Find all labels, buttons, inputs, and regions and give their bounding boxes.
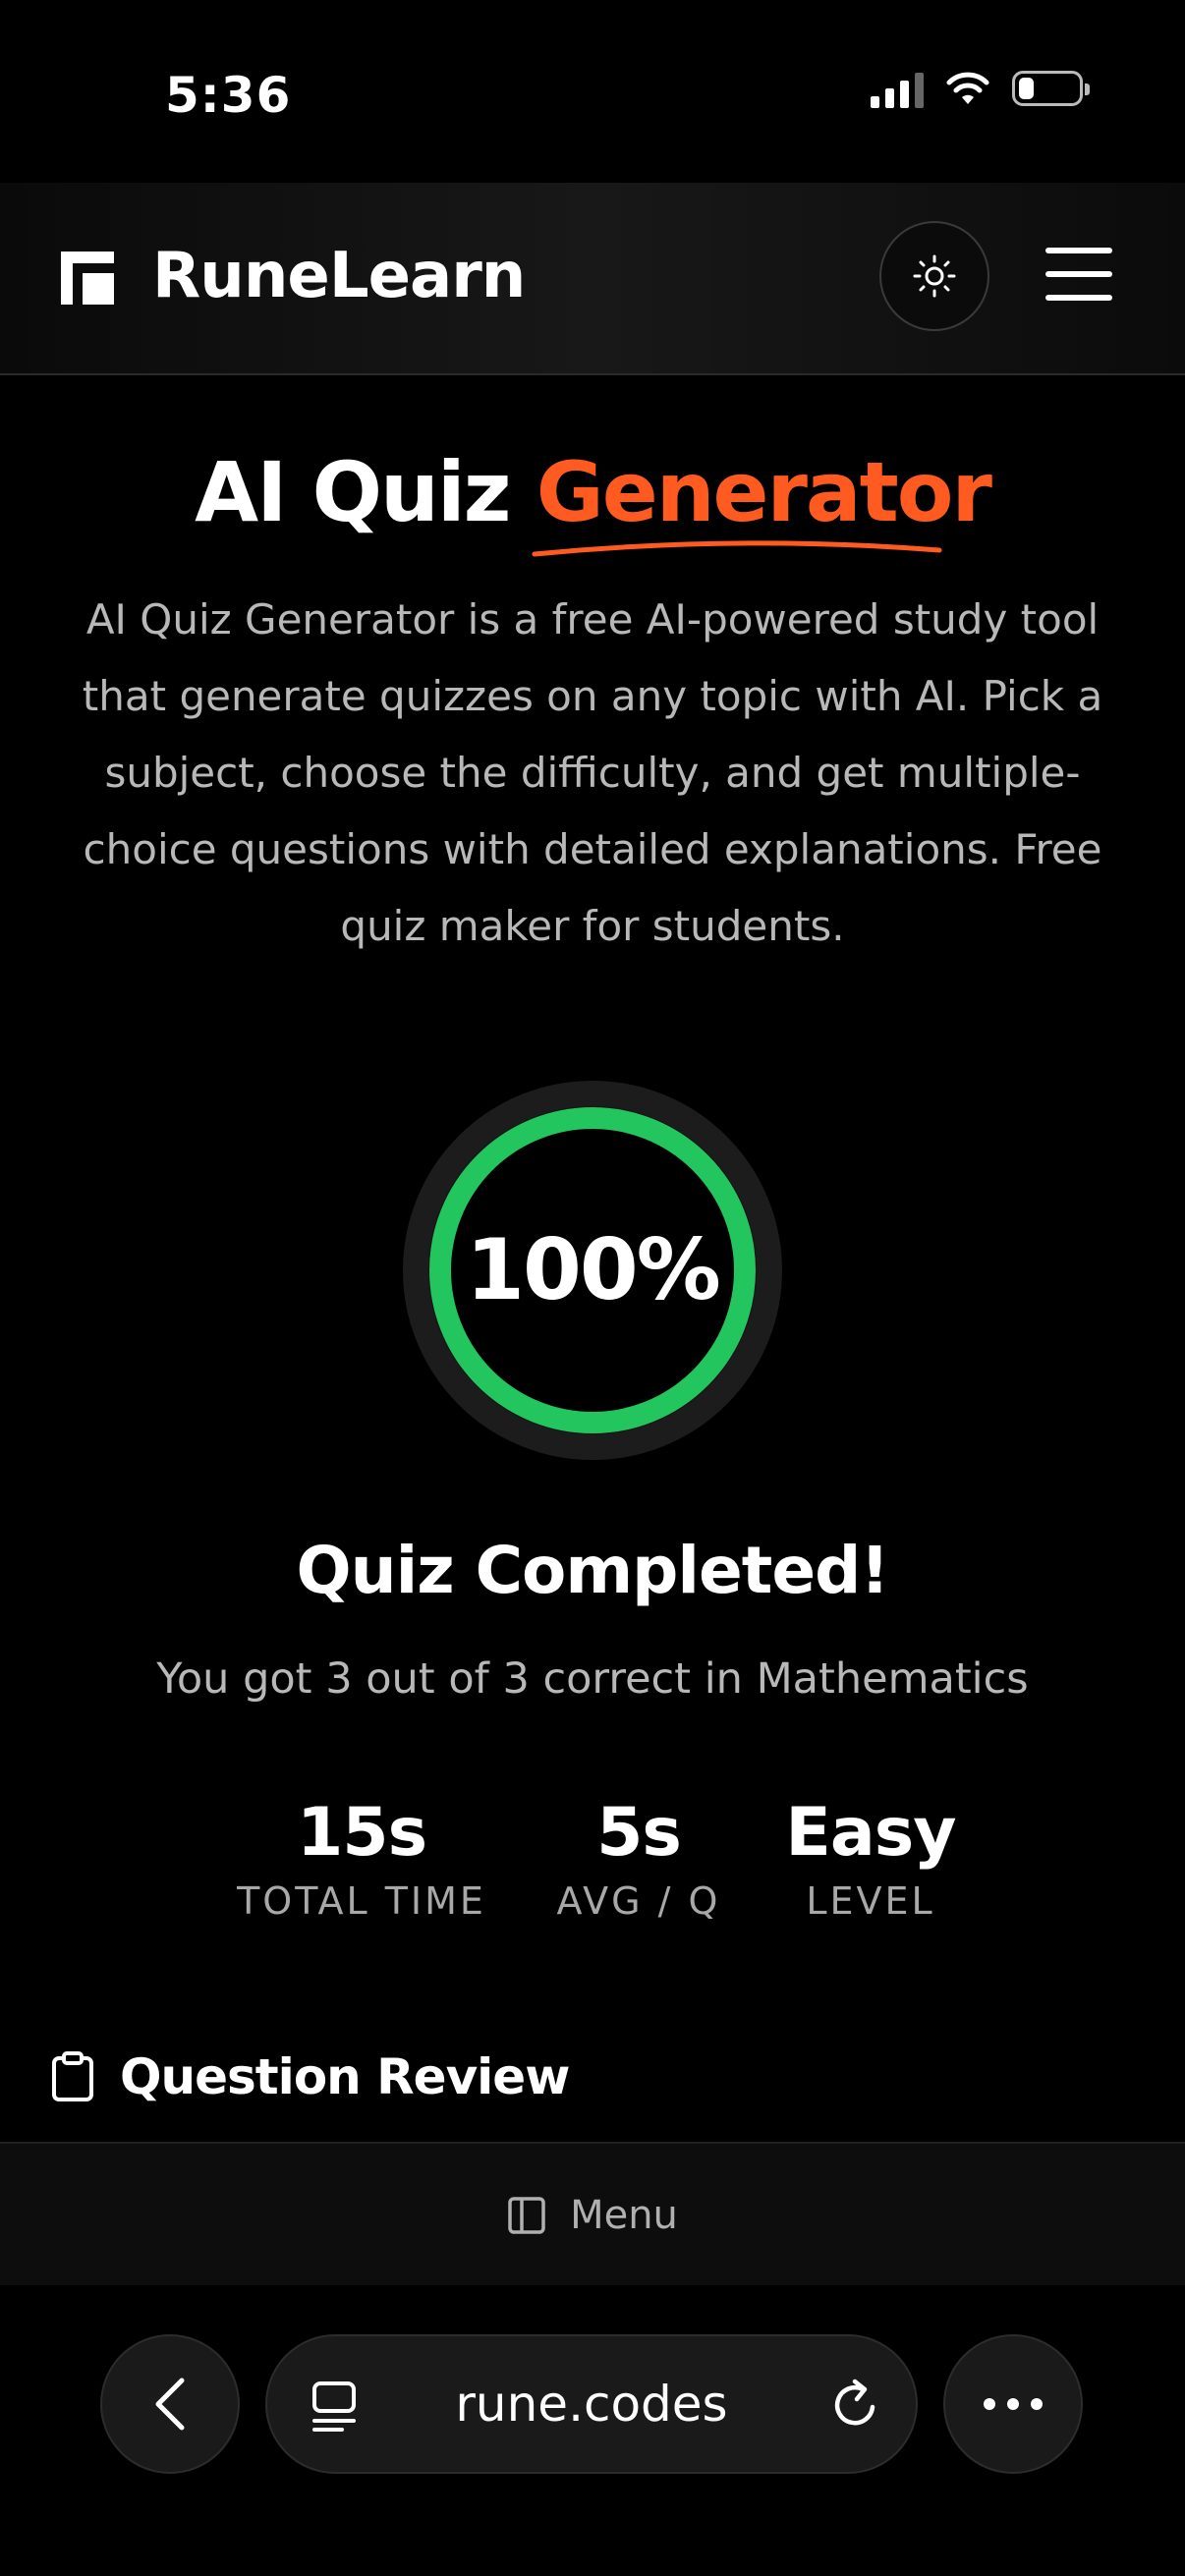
page-description: AI Quiz Generator is a free AI-powered s… xyxy=(82,595,1103,950)
status-icons xyxy=(871,69,1090,108)
stat-label: LEVEL xyxy=(806,1879,935,1923)
more-options-button[interactable] xyxy=(943,2334,1083,2474)
question-review-label: Question Review xyxy=(120,2048,570,2105)
chevron-left-icon xyxy=(155,2378,185,2431)
completion-summary: You got 3 out of 3 correct in Mathematic… xyxy=(156,1654,1029,1704)
brand-logo-icon xyxy=(61,252,114,305)
stat-level: Easy LEVEL xyxy=(762,1794,979,1923)
score-percent: 100% xyxy=(466,1221,721,1319)
brand-name[interactable]: RuneLearn xyxy=(152,240,526,312)
sidebar-panel-icon xyxy=(508,2197,545,2234)
stat-value: Easy xyxy=(785,1794,956,1872)
theme-toggle-button[interactable] xyxy=(879,221,989,331)
completion-title: Quiz Completed! xyxy=(296,1533,890,1608)
page-title: AI Quiz Generator xyxy=(0,444,1185,540)
bottom-menu-label: Menu xyxy=(570,2193,678,2238)
browser-back-button[interactable] xyxy=(100,2334,240,2474)
bottom-menu-button[interactable]: Menu xyxy=(0,2142,1185,2287)
reload-icon[interactable] xyxy=(827,2378,882,2433)
stat-value: 5s xyxy=(596,1794,682,1872)
title-accent: Generator xyxy=(536,444,992,540)
stat-total-time: 15s TOTAL TIME xyxy=(216,1794,507,1923)
status-time: 5:36 xyxy=(165,67,292,124)
title-prefix: AI Quiz xyxy=(195,444,536,540)
address-url[interactable]: rune.codes xyxy=(265,2334,918,2474)
stat-avg-per-question: 5s AVG / Q xyxy=(531,1794,747,1923)
question-review-heading[interactable]: Question Review xyxy=(51,2048,570,2105)
clipboard-icon xyxy=(52,2051,93,2101)
cellular-signal-icon xyxy=(871,69,924,108)
stat-value: 15s xyxy=(296,1794,427,1872)
hamburger-menu-icon[interactable] xyxy=(1045,248,1112,301)
sun-icon xyxy=(913,254,956,298)
battery-icon xyxy=(1012,71,1090,106)
title-underline xyxy=(532,540,942,557)
stat-label: AVG / Q xyxy=(556,1879,721,1923)
stat-label: TOTAL TIME xyxy=(237,1879,486,1923)
wifi-icon xyxy=(946,72,989,104)
